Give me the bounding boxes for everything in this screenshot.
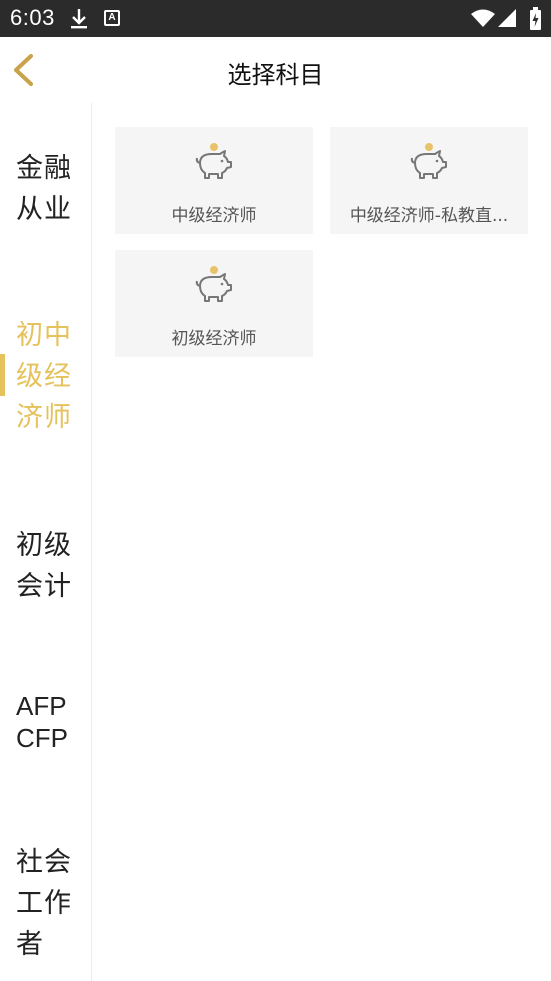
subject-label: 中级经济师-私教直... <box>349 206 509 226</box>
sidebar-item-label: 济师 <box>16 402 72 433</box>
status-bar: 6:03 A <box>0 0 551 37</box>
sidebar-item-label: AFP <box>16 691 67 721</box>
sidebar-item-label: 会计 <box>16 571 72 602</box>
header: 选择科目 <box>0 37 551 103</box>
sidebar-item-financial[interactable]: 金融 从业 <box>0 148 91 230</box>
category-sidebar: 金融 从业 初中 级经 济师 初级 会计 AFP CFP 社会 工作 者 <box>0 103 92 981</box>
download-icon <box>71 9 87 29</box>
page-title: 选择科目 <box>227 61 324 89</box>
wifi-icon <box>471 9 495 27</box>
piggy-bank-icon <box>195 266 232 302</box>
sidebar-item-label: CFP <box>16 723 68 753</box>
a-notification-icon: A <box>104 10 120 26</box>
sidebar-item-label: 从业 <box>16 194 72 225</box>
subject-card[interactable]: 初级经济师 <box>115 250 313 357</box>
sidebar-item-social-work[interactable]: 社会 工作 者 <box>0 842 91 965</box>
subject-card[interactable]: 中级经济师 <box>115 127 313 234</box>
sidebar-item-economist[interactable]: 初中 级经 济师 <box>0 315 91 438</box>
sidebar-item-label: 者 <box>16 929 44 960</box>
subject-card[interactable]: 中级经济师-私教直... <box>330 127 528 234</box>
sidebar-item-afp-cfp[interactable]: AFP CFP <box>0 690 91 754</box>
sidebar-item-label: 初级 <box>16 530 72 561</box>
subject-label: 初级经济师 <box>171 329 257 349</box>
sidebar-item-accounting[interactable]: 初级 会计 <box>0 525 91 607</box>
sidebar-item-label: 级经 <box>16 361 72 392</box>
sidebar-item-label: 工作 <box>16 888 72 919</box>
piggy-bank-icon <box>410 143 447 179</box>
sidebar-item-label: 金融 <box>16 153 72 184</box>
active-indicator <box>0 354 5 396</box>
signal-icon <box>498 9 516 27</box>
status-time: 6:03 <box>10 5 55 30</box>
subject-label: 中级经济师 <box>171 206 257 226</box>
sidebar-item-label: 社会 <box>16 847 72 878</box>
subject-grid: 中级经济师 中级经济师-私教直... 初级经济师 <box>92 103 551 981</box>
sidebar-item-label: 初中 <box>16 320 72 351</box>
battery-icon <box>530 7 541 30</box>
piggy-bank-icon <box>195 143 232 179</box>
